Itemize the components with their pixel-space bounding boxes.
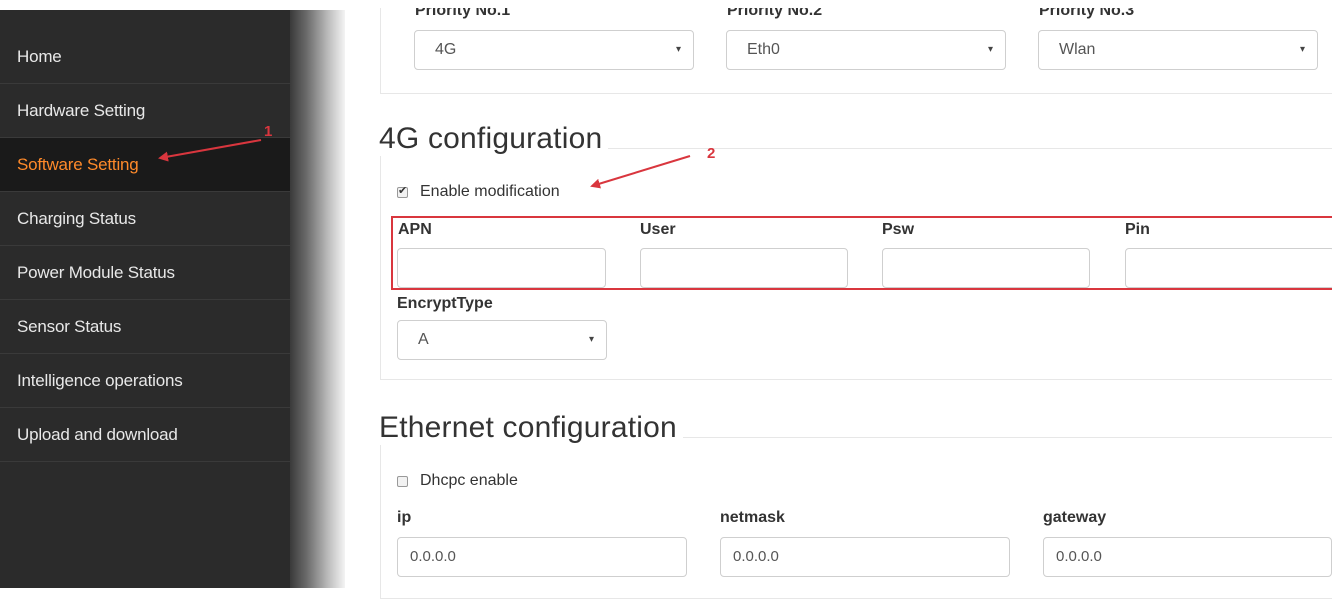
sidebar-item-upload-download[interactable]: Upload and download bbox=[0, 408, 308, 462]
chevron-down-icon: ▾ bbox=[987, 44, 993, 55]
encrypt-type-label: EncryptType bbox=[397, 295, 493, 312]
sidebar-item-power-module-status[interactable]: Power Module Status bbox=[0, 246, 308, 300]
priority-2-value: Eth0 bbox=[747, 41, 780, 58]
priority-1-value: 4G bbox=[435, 41, 457, 58]
dhcpc-enable-label: Dhcpc enable bbox=[420, 472, 518, 489]
sidebar-item-intelligence-operations[interactable]: Intelligence operations bbox=[0, 354, 308, 408]
sidebar-top-strip bbox=[0, 0, 308, 10]
encrypt-type-value: A bbox=[418, 331, 429, 348]
enable-modification-checkbox[interactable] bbox=[397, 184, 408, 198]
sidebar-item-charging-status[interactable]: Charging Status bbox=[0, 192, 308, 246]
scroll-clip-mask bbox=[345, 0, 1332, 8]
sidebar-item-hardware-setting[interactable]: Hardware Setting bbox=[0, 84, 308, 138]
priority-3-select[interactable]: Wlan ▾ bbox=[1038, 30, 1318, 70]
annotation-number-1: 1 bbox=[264, 123, 273, 140]
sidebar: Home Hardware Setting Software Setting C… bbox=[0, 0, 308, 588]
sidebar-nav: Home Hardware Setting Software Setting C… bbox=[0, 30, 308, 462]
annotation-highlight-box bbox=[391, 216, 1332, 290]
dhcpc-enable-row[interactable]: Dhcpc enable bbox=[397, 472, 518, 490]
priority-3-value: Wlan bbox=[1059, 41, 1096, 58]
encrypt-type-select[interactable]: A ▾ bbox=[397, 320, 607, 360]
priority-2-select[interactable]: Eth0 ▾ bbox=[726, 30, 1006, 70]
ethernet-title: Ethernet configuration bbox=[379, 411, 683, 445]
ip-label: ip bbox=[397, 509, 412, 526]
gateway-input[interactable]: 0.0.0.0 bbox=[1043, 537, 1332, 577]
chevron-down-icon: ▾ bbox=[588, 334, 594, 345]
netmask-input[interactable]: 0.0.0.0 bbox=[720, 537, 1010, 577]
netmask-label: netmask bbox=[720, 509, 785, 526]
sidebar-item-home[interactable]: Home bbox=[0, 30, 308, 84]
priority-1-select[interactable]: 4G ▾ bbox=[414, 30, 694, 70]
ip-input[interactable]: 0.0.0.0 bbox=[397, 537, 687, 577]
enable-modification-label: Enable modification bbox=[420, 183, 560, 200]
chevron-down-icon: ▾ bbox=[1299, 44, 1305, 55]
sidebar-item-sensor-status[interactable]: Sensor Status bbox=[0, 300, 308, 354]
gateway-label: gateway bbox=[1043, 509, 1107, 526]
config-4g-title: 4G configuration bbox=[379, 122, 609, 156]
chevron-down-icon: ▾ bbox=[675, 44, 681, 55]
dhcpc-enable-checkbox[interactable] bbox=[397, 475, 408, 487]
sidebar-item-software-setting[interactable]: Software Setting bbox=[0, 138, 308, 192]
annotation-number-2: 2 bbox=[707, 145, 716, 162]
sidebar-shadow bbox=[290, 10, 345, 588]
enable-modification-row[interactable]: Enable modification bbox=[397, 183, 560, 201]
